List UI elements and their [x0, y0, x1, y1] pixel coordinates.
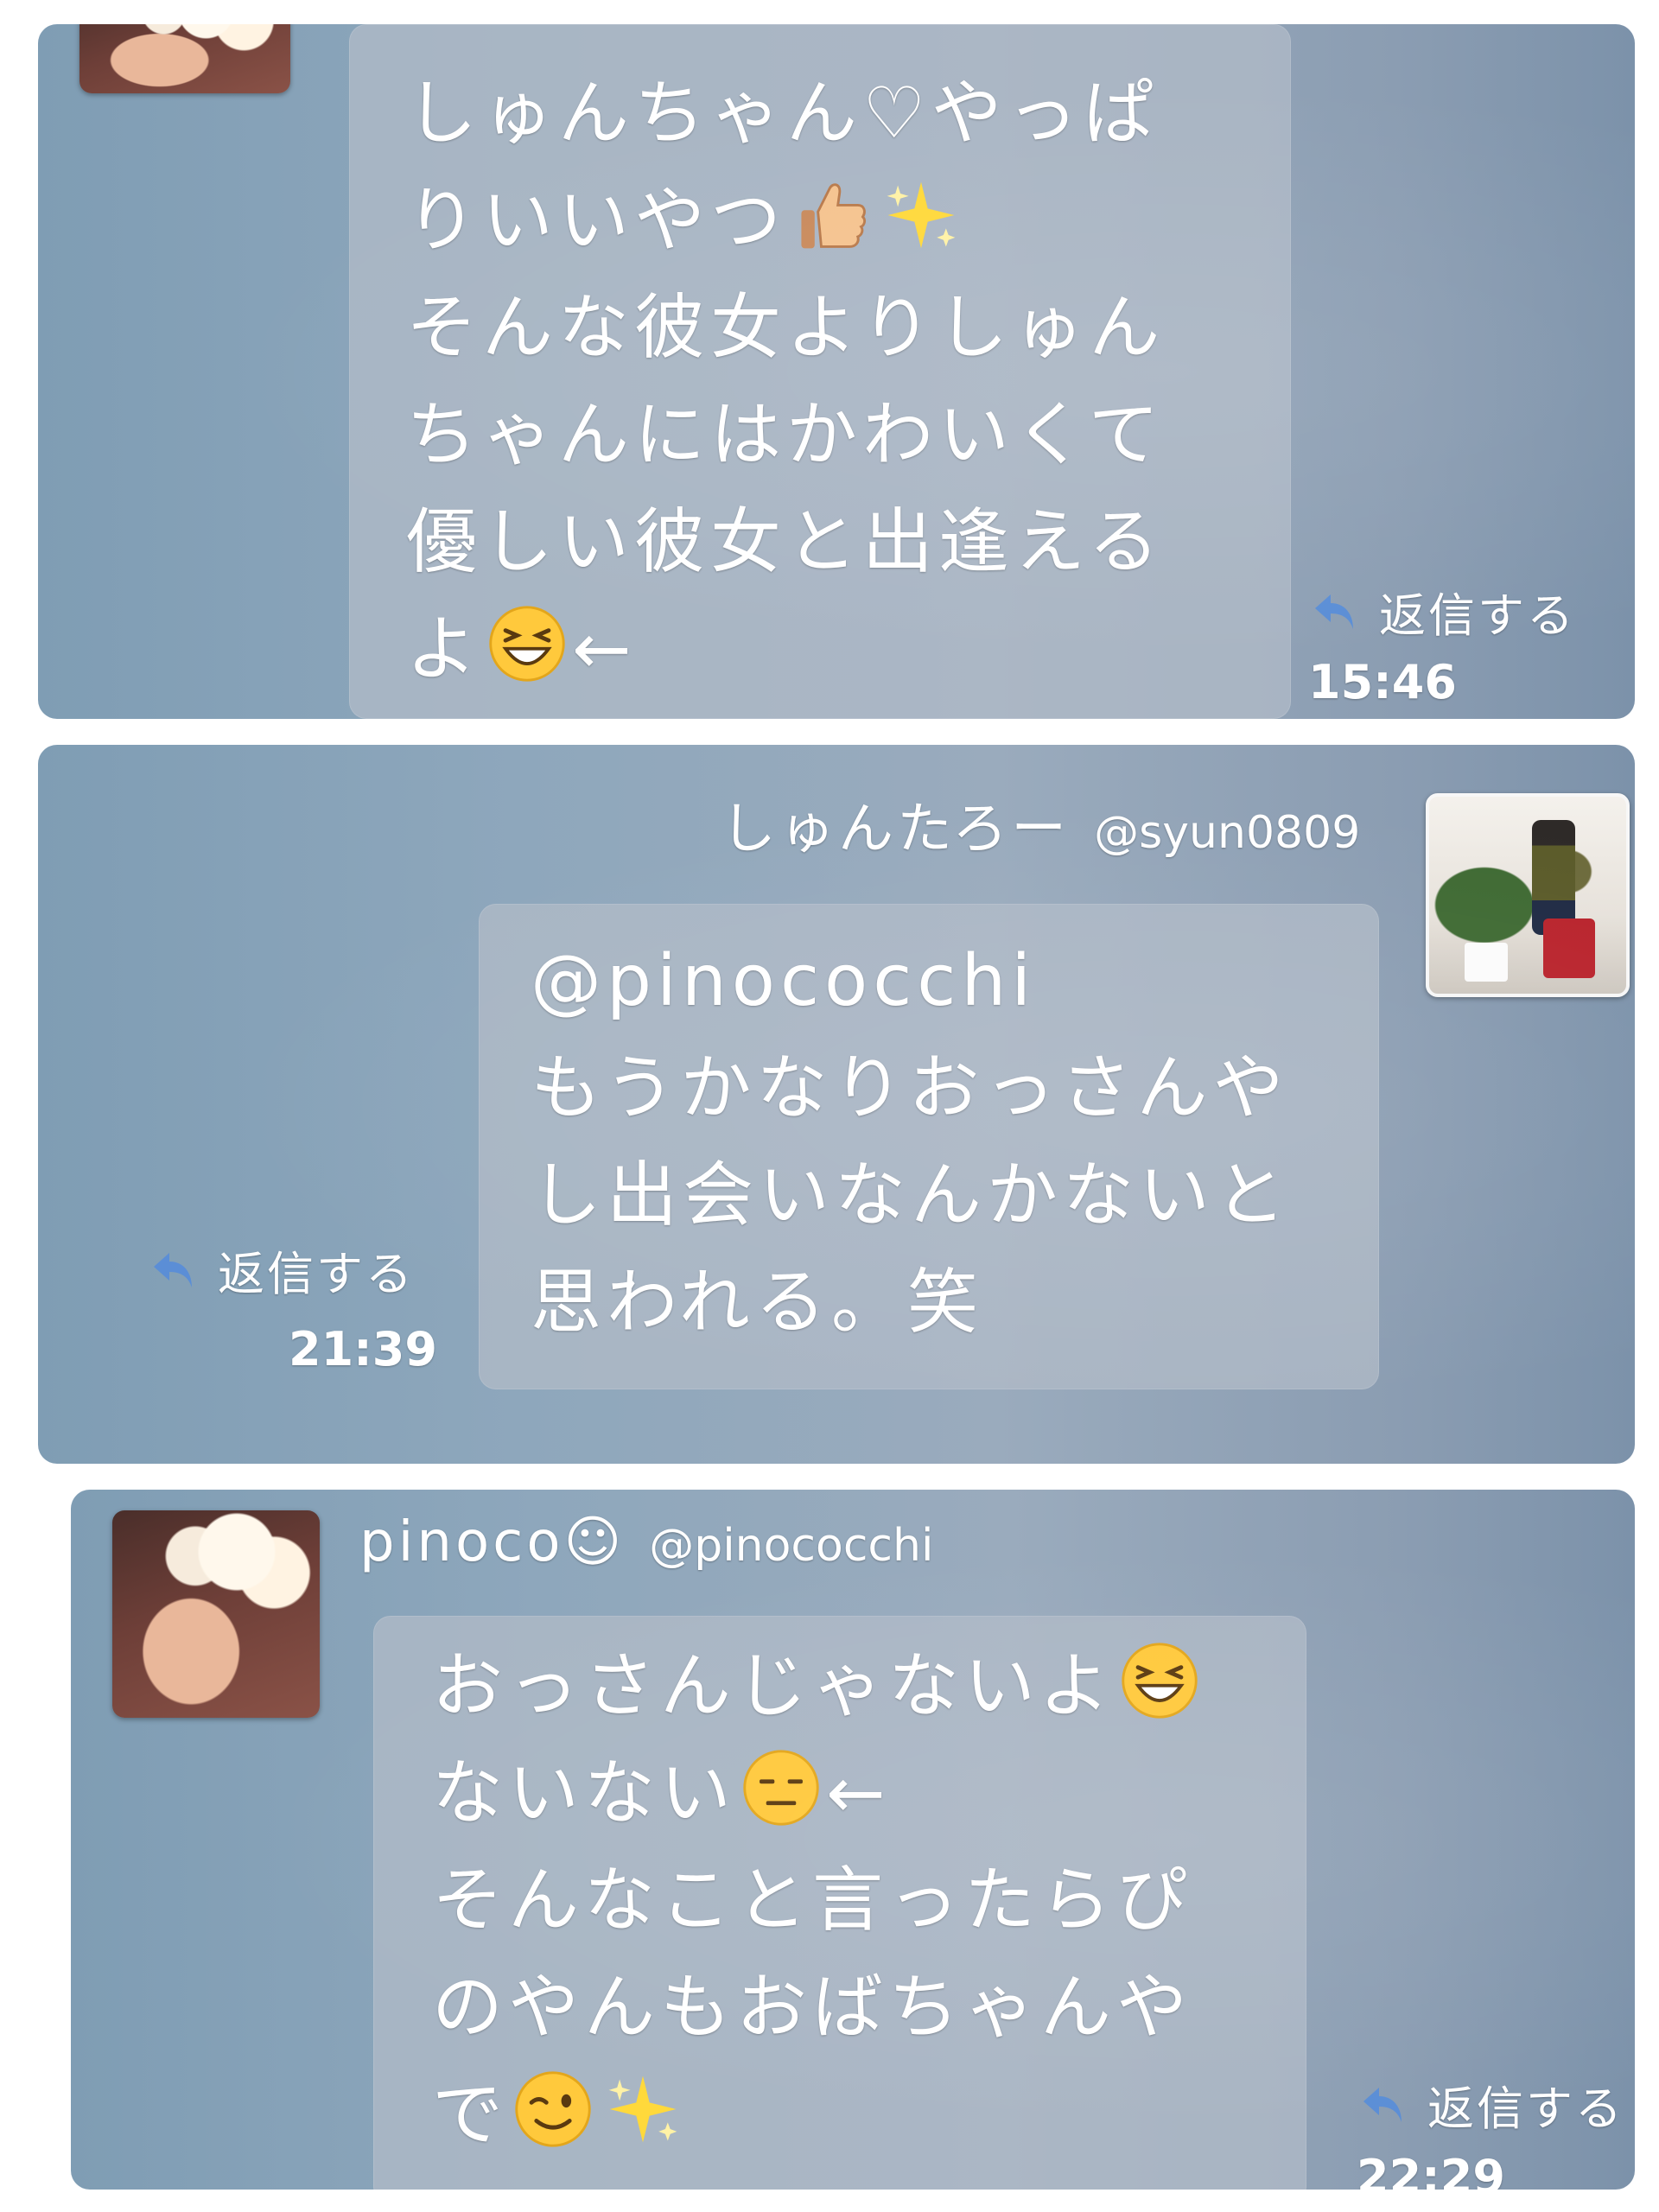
sparkles-emoji-icon [608, 2075, 677, 2143]
reply-label: 返信する [1427, 2082, 1624, 2136]
tweet-card-2: しゅんたろー @syun0809 @pinococchi もうかなりおっさんや し… [38, 745, 1635, 1464]
reply-label: 返信する [1379, 588, 1576, 643]
reply-icon [1315, 594, 1353, 629]
expressionless-face-emoji-icon [743, 1750, 819, 1826]
user-avatar-pinoco[interactable] [79, 24, 290, 93]
person-shape [1531, 820, 1575, 935]
mention-link[interactable]: @pinococchi [531, 928, 1291, 1035]
message-line: そんなこと言ったらぴ [432, 1859, 1193, 1942]
message-line: で [432, 2062, 1205, 2169]
message-line: おっさんじゃないよ [432, 1633, 1205, 1740]
message-line: もうかなりおっさんや [531, 1047, 1289, 1129]
user-avatar-shuntaro[interactable] [1426, 793, 1630, 997]
message-text: おっさんじゃないよ ないない ← そんなこと言ったらぴ のやんもおばちゃんや で [432, 1633, 1205, 2169]
arrow-left-icon: ← [572, 608, 637, 690]
tweet-timestamp: 15:46 [1308, 655, 1457, 709]
tweet-card-3: pinoco☺ @pinococchi おっさんじゃないよ ないない ← そんなこ… [71, 1490, 1635, 2190]
reply-button[interactable]: 返信する [1308, 577, 1576, 645]
reply-button[interactable]: 返信する [147, 1236, 415, 1304]
message-line: 優しい彼女と出逢える [406, 501, 1165, 583]
reply-icon [154, 1252, 192, 1287]
message-line: ちゃんにはかわいくて [406, 394, 1165, 476]
reply-label: 返信する [218, 1247, 415, 1301]
user-avatar-pinoco[interactable] [112, 1510, 320, 1718]
tweet-timestamp: 22:29 [1357, 2150, 1505, 2190]
arrow-left-icon: ← [826, 1752, 891, 1834]
sparkles-emoji-icon [887, 181, 956, 249]
reply-icon [1363, 2087, 1402, 2122]
message-line: 思われる。笑 [531, 1262, 983, 1344]
message-text: しゅんちゃん♡やっぱ りいいやつ そんな彼女よりしゅん ちゃんにはかわいくて 優… [406, 60, 1165, 703]
chair-shape [1543, 918, 1595, 978]
message-line: そんな彼女よりしゅん [406, 287, 1166, 369]
laughing-face-emoji-icon [489, 606, 565, 682]
message-line: しゅんちゃん♡やっぱ [406, 73, 1160, 155]
author-name: しゅんたろー [721, 798, 1071, 861]
message-line: りいいやつ [406, 168, 1165, 275]
author-row: pinoco☺ @pinococchi [359, 1510, 933, 1574]
author-name: pinoco☺ [359, 1510, 626, 1574]
message-line: よ ← [406, 596, 1165, 703]
reply-button[interactable]: 返信する [1357, 2070, 1624, 2139]
message-text: @pinococchi もうかなりおっさんや し出会いなんかないと 思われる。笑 [531, 928, 1291, 1357]
tweet-timestamp: 21:39 [289, 1322, 437, 1376]
tweet-card-1: しゅんちゃん♡やっぱ りいいやつ そんな彼女よりしゅん ちゃんにはかわいくて 優… [38, 24, 1635, 719]
laughing-face-emoji-icon [1122, 1643, 1198, 1719]
author-row: しゅんたろー @syun0809 [721, 785, 1360, 864]
thumbs-up-emoji-icon [801, 183, 867, 249]
author-handle[interactable]: @pinococchi [649, 1520, 933, 1572]
plant-pot-shape [1465, 942, 1509, 982]
winking-face-emoji-icon [515, 2071, 591, 2147]
message-line: し出会いなんかないと [531, 1154, 1292, 1236]
message-line: ないない ← [432, 1740, 1205, 1847]
author-handle[interactable]: @syun0809 [1094, 807, 1360, 859]
message-line: のやんもおばちゃんや [432, 1967, 1193, 2049]
